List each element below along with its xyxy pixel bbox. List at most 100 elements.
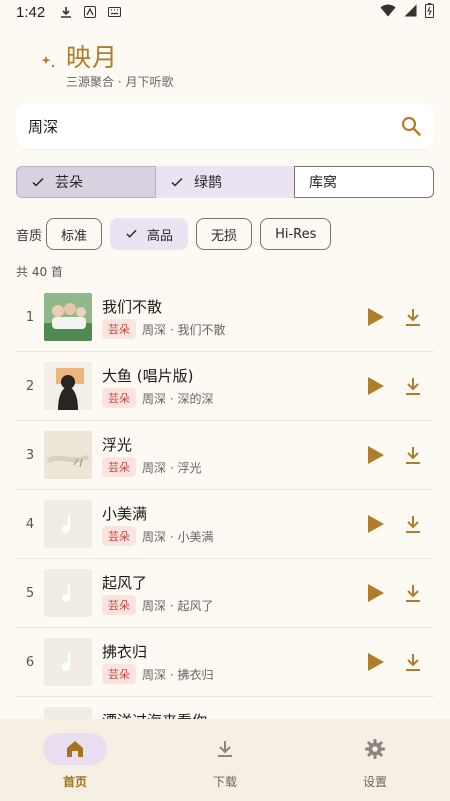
play-icon[interactable]: [363, 374, 387, 398]
source-option[interactable]: 库窝: [294, 166, 434, 198]
source-label: 库窝: [309, 175, 337, 191]
download-icon[interactable]: [402, 374, 424, 398]
nav-settings[interactable]: 设置: [300, 719, 450, 801]
quality-chip[interactable]: 无损: [196, 218, 253, 250]
album-cover: [44, 293, 92, 341]
song-title: 起风了: [102, 574, 148, 592]
status-time: 1:42: [16, 3, 46, 21]
song-index: 3: [25, 448, 35, 463]
song-meta: 芸朵 周深 · 浮光: [102, 457, 201, 477]
wifi-icon: [380, 4, 396, 21]
song-subtitle: 周深 · 小美满: [142, 529, 214, 544]
album-cover: [44, 431, 92, 479]
source-option[interactable]: 绿鹊: [156, 166, 294, 198]
quality-chip[interactable]: 高品: [110, 218, 189, 250]
nav-home[interactable]: 首页: [0, 719, 150, 801]
download-icon[interactable]: [402, 512, 424, 536]
check-icon: [125, 227, 139, 241]
play-icon[interactable]: [363, 443, 387, 467]
song-index: 6: [25, 655, 35, 670]
source-label: 芸朵: [55, 175, 83, 191]
app-header: 映月 三源聚合 · 月下听歌: [16, 38, 316, 90]
source-label: 绿鹊: [194, 175, 222, 191]
song-row[interactable]: 6 拂衣归 芸朵 周深 · 拂衣归: [16, 628, 434, 697]
source-selector: 芸朵 绿鹊 库窝: [16, 166, 434, 198]
result-count: 共 40 首: [16, 265, 63, 279]
download-icon[interactable]: [402, 650, 424, 674]
home-icon: [43, 733, 107, 765]
song-row[interactable]: 3 浮光 芸朵 周深 · 浮光: [16, 421, 434, 490]
song-title: 浮光: [102, 436, 133, 454]
song-subtitle: 周深 · 拂衣归: [142, 667, 214, 682]
source-option[interactable]: 芸朵: [16, 166, 156, 198]
gear-icon: [343, 733, 407, 765]
song-subtitle: 周深 · 起风了: [142, 598, 214, 613]
song-list: 1 我们不散 芸朵 周深 · 我们不散 2 大鱼 (唱片版) 芸朵 周深 · 深…: [16, 283, 434, 766]
song-index: 5: [25, 586, 35, 601]
play-icon[interactable]: [363, 512, 387, 536]
song-title: 我们不散: [102, 298, 163, 316]
search-icon[interactable]: [400, 115, 422, 137]
song-meta: 芸朵 周深 · 小美满: [102, 526, 213, 546]
check-icon: [170, 175, 184, 189]
song-subtitle: 周深 · 深的深: [142, 391, 214, 406]
source-badge: 芸朵: [102, 457, 136, 477]
quality-label: 音质: [16, 228, 43, 244]
source-badge: 芸朵: [102, 319, 136, 339]
song-index: 4: [25, 517, 35, 532]
song-row[interactable]: 5 起风了 芸朵 周深 · 起风了: [16, 559, 434, 628]
song-meta: 芸朵 周深 · 拂衣归: [102, 664, 213, 684]
song-title: 小美满: [102, 505, 148, 523]
quality-chip[interactable]: 标准: [46, 218, 103, 250]
download-icon[interactable]: [402, 305, 424, 329]
nav-downloads[interactable]: 下载: [150, 719, 300, 801]
app-title: 映月: [66, 43, 119, 72]
song-meta: 芸朵 周深 · 深的深: [102, 388, 213, 408]
quality-chip-label: 标准: [61, 228, 88, 244]
song-row[interactable]: 4 小美满 芸朵 周深 · 小美满: [16, 490, 434, 559]
crescent-moon-logo-icon: [16, 42, 64, 86]
quality-chip[interactable]: Hi-Res: [260, 218, 332, 250]
song-index: 2: [25, 379, 35, 394]
nav-settings-label: 设置: [362, 775, 387, 789]
download-status-icon: [59, 5, 73, 19]
song-meta: 芸朵 周深 · 我们不散: [102, 319, 225, 339]
music-note-placeholder-icon: [44, 638, 92, 686]
song-subtitle: 周深 · 我们不散: [142, 322, 226, 337]
search-bar: [16, 103, 434, 149]
signal-icon: [404, 4, 417, 21]
quality-selector: 音质 标准 高品 无损 Hi-Res: [16, 218, 339, 250]
song-row[interactable]: 1 我们不散 芸朵 周深 · 我们不散: [16, 283, 434, 352]
source-badge: 芸朵: [102, 664, 136, 684]
source-badge: 芸朵: [102, 388, 136, 408]
quality-chip-label: 无损: [211, 228, 238, 244]
song-title: 大鱼 (唱片版): [102, 367, 194, 385]
keyboard-icon: [107, 5, 121, 19]
song-meta: 芸朵 周深 · 起风了: [102, 595, 213, 615]
app-notification-icon: [83, 5, 97, 19]
quality-chip-label: Hi-Res: [275, 226, 317, 242]
download-icon: [193, 733, 257, 765]
battery-icon: [425, 2, 434, 22]
app-subtitle: 三源聚合 · 月下听歌: [66, 75, 174, 89]
download-icon[interactable]: [402, 581, 424, 605]
quality-chip-label: 高品: [147, 228, 174, 244]
play-icon[interactable]: [363, 581, 387, 605]
check-icon: [31, 175, 45, 189]
song-row[interactable]: 2 大鱼 (唱片版) 芸朵 周深 · 深的深: [16, 352, 434, 421]
play-icon[interactable]: [363, 305, 387, 329]
album-cover: [44, 362, 92, 410]
source-badge: 芸朵: [102, 526, 136, 546]
song-title: 拂衣归: [102, 643, 148, 661]
play-icon[interactable]: [363, 650, 387, 674]
status-bar: 1:42: [0, 0, 450, 24]
search-input[interactable]: [28, 117, 400, 135]
bottom-navigation: 首页 下载 设置: [0, 719, 450, 801]
music-note-placeholder-icon: [44, 569, 92, 617]
nav-downloads-label: 下载: [212, 775, 237, 789]
download-icon[interactable]: [402, 443, 424, 467]
source-badge: 芸朵: [102, 595, 136, 615]
song-index: 1: [25, 310, 35, 325]
music-note-placeholder-icon: [44, 500, 92, 548]
nav-home-label: 首页: [62, 775, 87, 789]
